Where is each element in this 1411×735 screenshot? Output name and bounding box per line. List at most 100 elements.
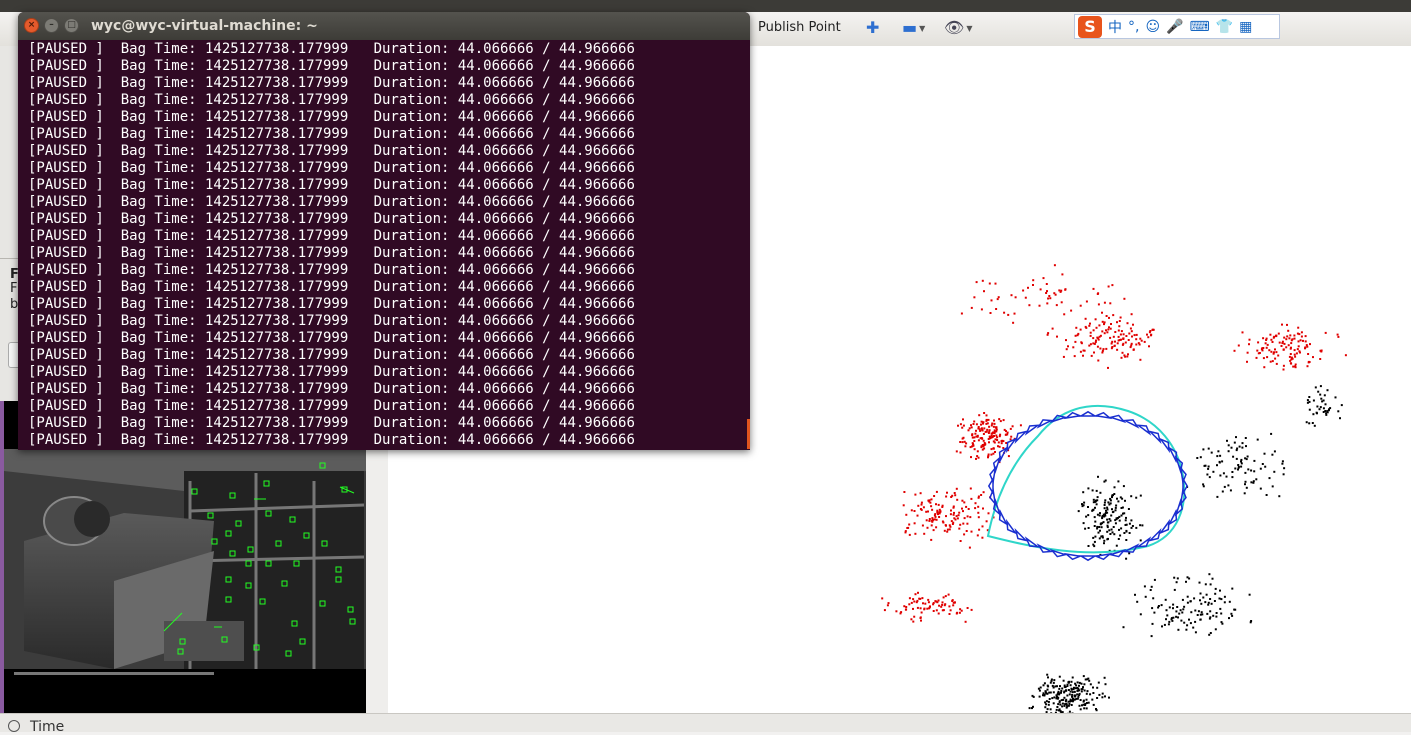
map-point (1180, 620, 1182, 622)
map-point (1086, 699, 1088, 701)
map-point (1094, 507, 1096, 509)
map-point (982, 508, 984, 510)
map-point (1046, 302, 1048, 304)
map-point (934, 600, 936, 602)
minus-icon[interactable]: ▬▼ (902, 18, 925, 37)
keyboard-icon[interactable]: ⌨ (1190, 19, 1210, 35)
map-point (1097, 360, 1099, 362)
map-point (1200, 456, 1202, 458)
map-point (1085, 516, 1087, 518)
map-point (1087, 514, 1089, 516)
map-point (934, 514, 936, 516)
map-point (1309, 409, 1311, 411)
map-point (1315, 386, 1317, 388)
ime-mode-toggle[interactable]: 中 (1108, 17, 1122, 37)
map-point (1273, 337, 1275, 339)
map-point (912, 608, 914, 610)
plus-icon[interactable]: ✚ (866, 18, 879, 37)
terminal-window[interactable]: × – □ wyc@wyc-virtual-machine: ~ [PAUSED… (18, 12, 750, 450)
eye-icon[interactable]: 👁▼ (944, 18, 972, 37)
map-point (944, 604, 946, 606)
map-point (1321, 400, 1323, 402)
map-point (1307, 365, 1309, 367)
map-point (1119, 520, 1121, 522)
map-point (1079, 693, 1081, 695)
map-point (1056, 709, 1058, 711)
map-point (1219, 590, 1221, 592)
map-point (936, 491, 938, 493)
map-point (1199, 599, 1201, 601)
map-point (1234, 468, 1236, 470)
map-point (1258, 352, 1260, 354)
map-point (961, 500, 963, 502)
trajectory-line (988, 406, 1184, 552)
camera-pose-marker (1125, 545, 1138, 552)
sogou-logo-icon[interactable]: S (1078, 16, 1102, 38)
terminal-titlebar[interactable]: × – □ wyc@wyc-virtual-machine: ~ (18, 12, 750, 40)
map-point (1294, 354, 1296, 356)
map-point (1281, 342, 1283, 344)
map-point (1240, 466, 1242, 468)
map-point (914, 522, 916, 524)
map-point (1148, 345, 1150, 347)
map-point (1309, 361, 1311, 363)
map-point (993, 435, 995, 437)
map-point (1010, 438, 1012, 440)
map-point (1312, 422, 1314, 424)
map-point (1176, 581, 1178, 583)
map-point (1292, 366, 1294, 368)
map-point (959, 441, 961, 443)
map-point (1175, 616, 1177, 618)
shirt-icon[interactable]: 👕 (1216, 19, 1233, 35)
map-point (1104, 513, 1106, 515)
map-point (1086, 693, 1088, 695)
grid-icon[interactable]: ▦ (1239, 19, 1252, 35)
map-point (980, 424, 982, 426)
map-point (953, 602, 955, 604)
smiley-icon[interactable]: ☺ (1145, 19, 1160, 35)
publish-point-tool[interactable]: Publish Point (758, 20, 841, 35)
map-point (1190, 611, 1192, 613)
map-point (1071, 704, 1073, 706)
map-point (915, 593, 917, 595)
map-point (1316, 412, 1318, 414)
terminal-line: [PAUSED ] Bag Time: 1425127738.177999 Du… (28, 415, 750, 432)
map-point (1053, 292, 1055, 294)
map-point (1010, 436, 1012, 438)
map-point (1221, 460, 1223, 462)
terminal-line: [PAUSED ] Bag Time: 1425127738.177999 Du… (28, 58, 750, 75)
map-point (1226, 440, 1228, 442)
map-point (983, 448, 985, 450)
map-point (1275, 335, 1277, 337)
map-point (1112, 531, 1114, 533)
terminal-output[interactable]: [PAUSED ] Bag Time: 1425127738.177999 Du… (28, 41, 750, 450)
map-point (1096, 490, 1098, 492)
map-point (983, 491, 985, 493)
minimize-icon[interactable]: – (44, 18, 59, 33)
map-point (1313, 400, 1315, 402)
map-point (1141, 524, 1143, 526)
map-point (1208, 448, 1210, 450)
map-point (1262, 463, 1264, 465)
ime-punctuation-toggle[interactable]: °, (1128, 19, 1139, 35)
map-point (1092, 687, 1094, 689)
microphone-icon[interactable]: 🎤 (1166, 19, 1183, 35)
map-point (1060, 692, 1062, 694)
map-point (963, 533, 965, 535)
terminal-scrollbar[interactable] (747, 419, 750, 449)
map-point (1096, 499, 1098, 501)
map-point (1248, 343, 1250, 345)
ime-toolbar[interactable]: S 中 °, ☺ 🎤 ⌨ 👕 ▦ (1074, 14, 1280, 39)
close-icon[interactable]: × (24, 18, 39, 33)
map-point (1249, 339, 1251, 341)
map-point (998, 296, 1000, 298)
map-point (1113, 336, 1115, 338)
map-point (1139, 524, 1141, 526)
map-point (1011, 294, 1013, 296)
maximize-icon[interactable]: □ (64, 18, 79, 33)
map-point (1074, 355, 1076, 357)
map-point (1256, 350, 1258, 352)
map-point (1108, 326, 1110, 328)
map-point (1264, 466, 1266, 468)
map-point (1096, 503, 1098, 505)
